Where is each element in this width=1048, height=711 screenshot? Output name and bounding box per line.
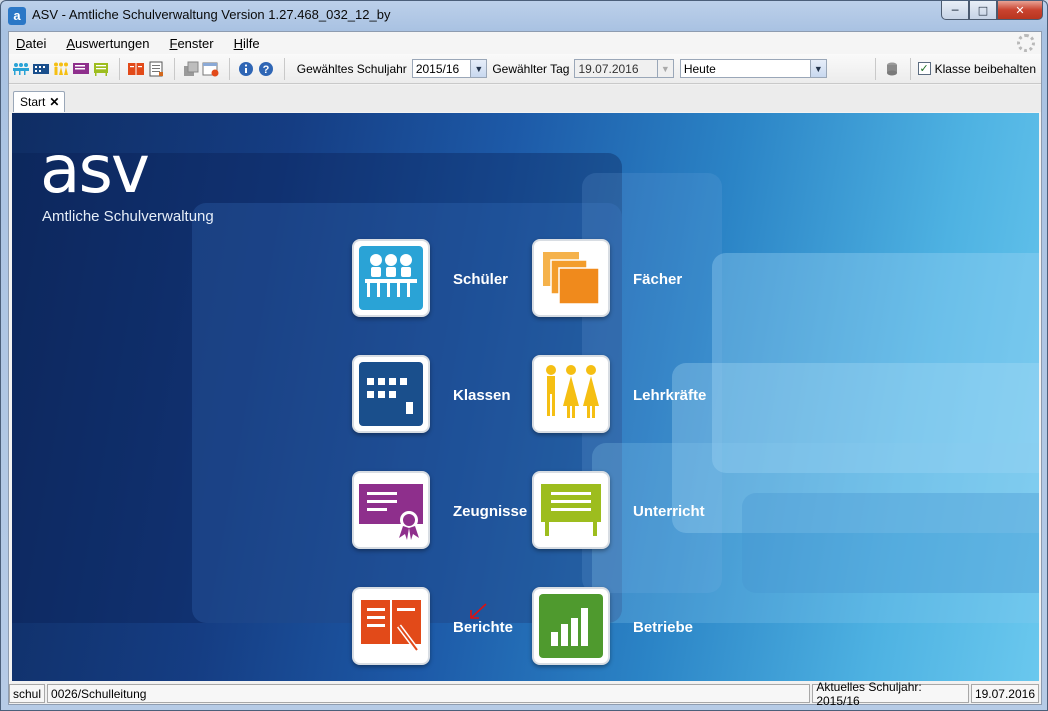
unterricht-tile[interactable] (532, 471, 610, 549)
betriebe-tile[interactable] (532, 587, 610, 665)
teachers-icon (539, 362, 603, 426)
schueler-label[interactable]: Schüler (453, 271, 508, 288)
zeugnisse-label[interactable]: Zeugnisse (453, 503, 527, 520)
toolbar-separator (874, 57, 876, 80)
asv-logo: asv (40, 131, 150, 208)
info-icon[interactable] (237, 60, 255, 78)
status-user: schul (9, 684, 46, 703)
students-icon (359, 246, 423, 310)
menu-auswertungen[interactable]: Auswertungen (64, 35, 151, 52)
status-bar: schul 0026/Schulleitung Aktuelles Schulj… (9, 680, 1041, 708)
client-area: Datei Auswertungen Fenster Hilfe ? Gewäh… (8, 31, 1042, 708)
berichte-label[interactable]: Berichte (453, 619, 513, 636)
klassen-label[interactable]: Klassen (453, 387, 511, 404)
certificate-icon (359, 478, 423, 542)
toolbar-separator (174, 57, 175, 80)
copy-toolbar-icon[interactable] (182, 60, 200, 78)
teachers-toolbar-icon[interactable] (52, 60, 70, 78)
schuljahr-value: 2015/16 (415, 61, 460, 76)
tag-date-field: 19.07.2016 ▼ (574, 59, 674, 78)
keep-class-checkbox[interactable]: ✓ (917, 62, 931, 75)
status-date: 19.07.2016 (970, 684, 1039, 703)
app-logo-icon: a (8, 7, 26, 25)
menu-bar: Datei Auswertungen Fenster Hilfe (9, 32, 1041, 54)
toolbar: ? Gewähltes Schuljahr 2015/16 ▼ Gewählte… (9, 54, 1041, 84)
app-window: a ASV - Amtliche Schulverwaltung Version… (0, 0, 1048, 711)
decor-panel (742, 493, 1039, 593)
board-toolbar-icon[interactable] (92, 60, 110, 78)
chevron-down-icon[interactable]: ▼ (809, 60, 826, 77)
folders-icon (539, 246, 603, 310)
classes-toolbar-icon[interactable] (32, 60, 50, 78)
menu-fenster[interactable]: Fenster (167, 35, 215, 52)
report-toolbar-icon[interactable] (127, 60, 145, 78)
lehrkraefte-label[interactable]: Lehrkräfte (633, 387, 706, 404)
bar-chart-icon (539, 594, 603, 658)
tab-start-label: Start (20, 95, 46, 109)
faecher-tile[interactable] (532, 239, 610, 317)
students-toolbar-icon[interactable] (12, 60, 30, 78)
board-icon (539, 478, 603, 542)
asv-subtitle: Amtliche Schulverwaltung (42, 208, 214, 225)
window-title: ASV - Amtliche Schulverwaltung Version 1… (32, 7, 391, 22)
chevron-down-icon: ▼ (656, 60, 673, 77)
close-button[interactable]: ✕ (997, 1, 1043, 20)
date-mode-value: Heute (683, 61, 716, 76)
help-icon[interactable]: ? (257, 60, 275, 78)
tag-label: Gewählter Tag (492, 61, 570, 76)
menu-hilfe[interactable]: Hilfe (232, 35, 262, 52)
database-icon[interactable] (883, 60, 901, 78)
report-book-icon (359, 594, 423, 658)
lehrkraefte-tile[interactable] (532, 355, 610, 433)
close-tab-icon[interactable]: ✕ (49, 95, 59, 109)
tab-strip: Start ✕ (9, 85, 1041, 112)
tab-start[interactable]: Start ✕ (13, 91, 66, 112)
building-icon (359, 362, 423, 426)
status-current-year: Aktuelles Schuljahr: 2015/16 (812, 680, 969, 708)
tag-value: 19.07.2016 (578, 61, 639, 76)
chevron-down-icon[interactable]: ▼ (470, 60, 487, 77)
menu-datei[interactable]: Datei (14, 35, 48, 52)
klassen-tile[interactable] (352, 355, 430, 433)
toolbar-separator (283, 57, 285, 80)
busy-spinner-icon (1017, 34, 1035, 52)
svg-text:?: ? (262, 64, 269, 76)
toolbar-separator (229, 57, 230, 80)
date-mode-select[interactable]: Heute ▼ (679, 59, 827, 78)
certificate-toolbar-icon[interactable] (72, 60, 90, 78)
schuljahr-select[interactable]: 2015/16 ▼ (411, 59, 488, 78)
unterricht-label[interactable]: Unterricht (633, 503, 705, 520)
schueler-tile[interactable] (352, 239, 430, 317)
zeugnisse-tile[interactable] (352, 471, 430, 549)
keep-class-label: Klasse beibehalten (934, 61, 1037, 76)
window-controls: ─ □ ✕ (941, 1, 1043, 20)
betriebe-label[interactable]: Betriebe (633, 619, 693, 636)
cursor-arrow-icon (470, 603, 487, 619)
minimize-button[interactable]: ─ (941, 1, 969, 20)
berichte-tile[interactable] (352, 587, 430, 665)
maximize-button[interactable]: □ (969, 1, 997, 20)
toolbar-separator (909, 57, 911, 80)
window-new-toolbar-icon[interactable] (202, 60, 220, 78)
schuljahr-label: Gewähltes Schuljahr (296, 61, 407, 76)
toolbar-separator (119, 57, 120, 80)
start-dashboard: asv Amtliche Schulverwaltung Schüler Fäc… (12, 113, 1039, 681)
status-role: 0026/Schulleitung (47, 684, 811, 703)
print-toolbar-icon[interactable] (147, 60, 165, 78)
faecher-label[interactable]: Fächer (633, 271, 682, 288)
title-bar[interactable]: a ASV - Amtliche Schulverwaltung Version… (1, 1, 1047, 29)
